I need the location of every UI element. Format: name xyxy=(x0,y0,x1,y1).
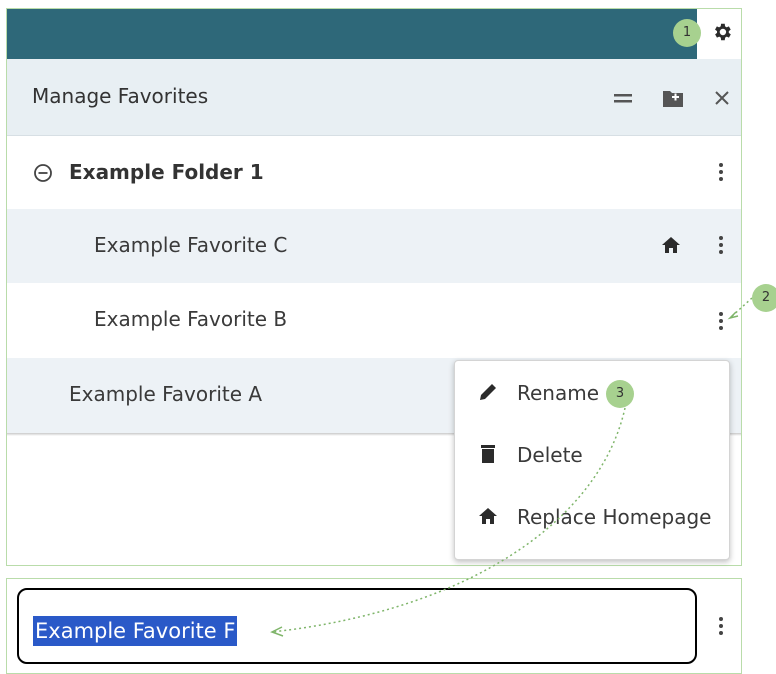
callout-badge-2: 2 xyxy=(752,284,776,312)
callout-badge-1: 1 xyxy=(673,19,701,47)
callout-arrows xyxy=(270,297,753,637)
callout-badge-3: 3 xyxy=(606,380,634,408)
